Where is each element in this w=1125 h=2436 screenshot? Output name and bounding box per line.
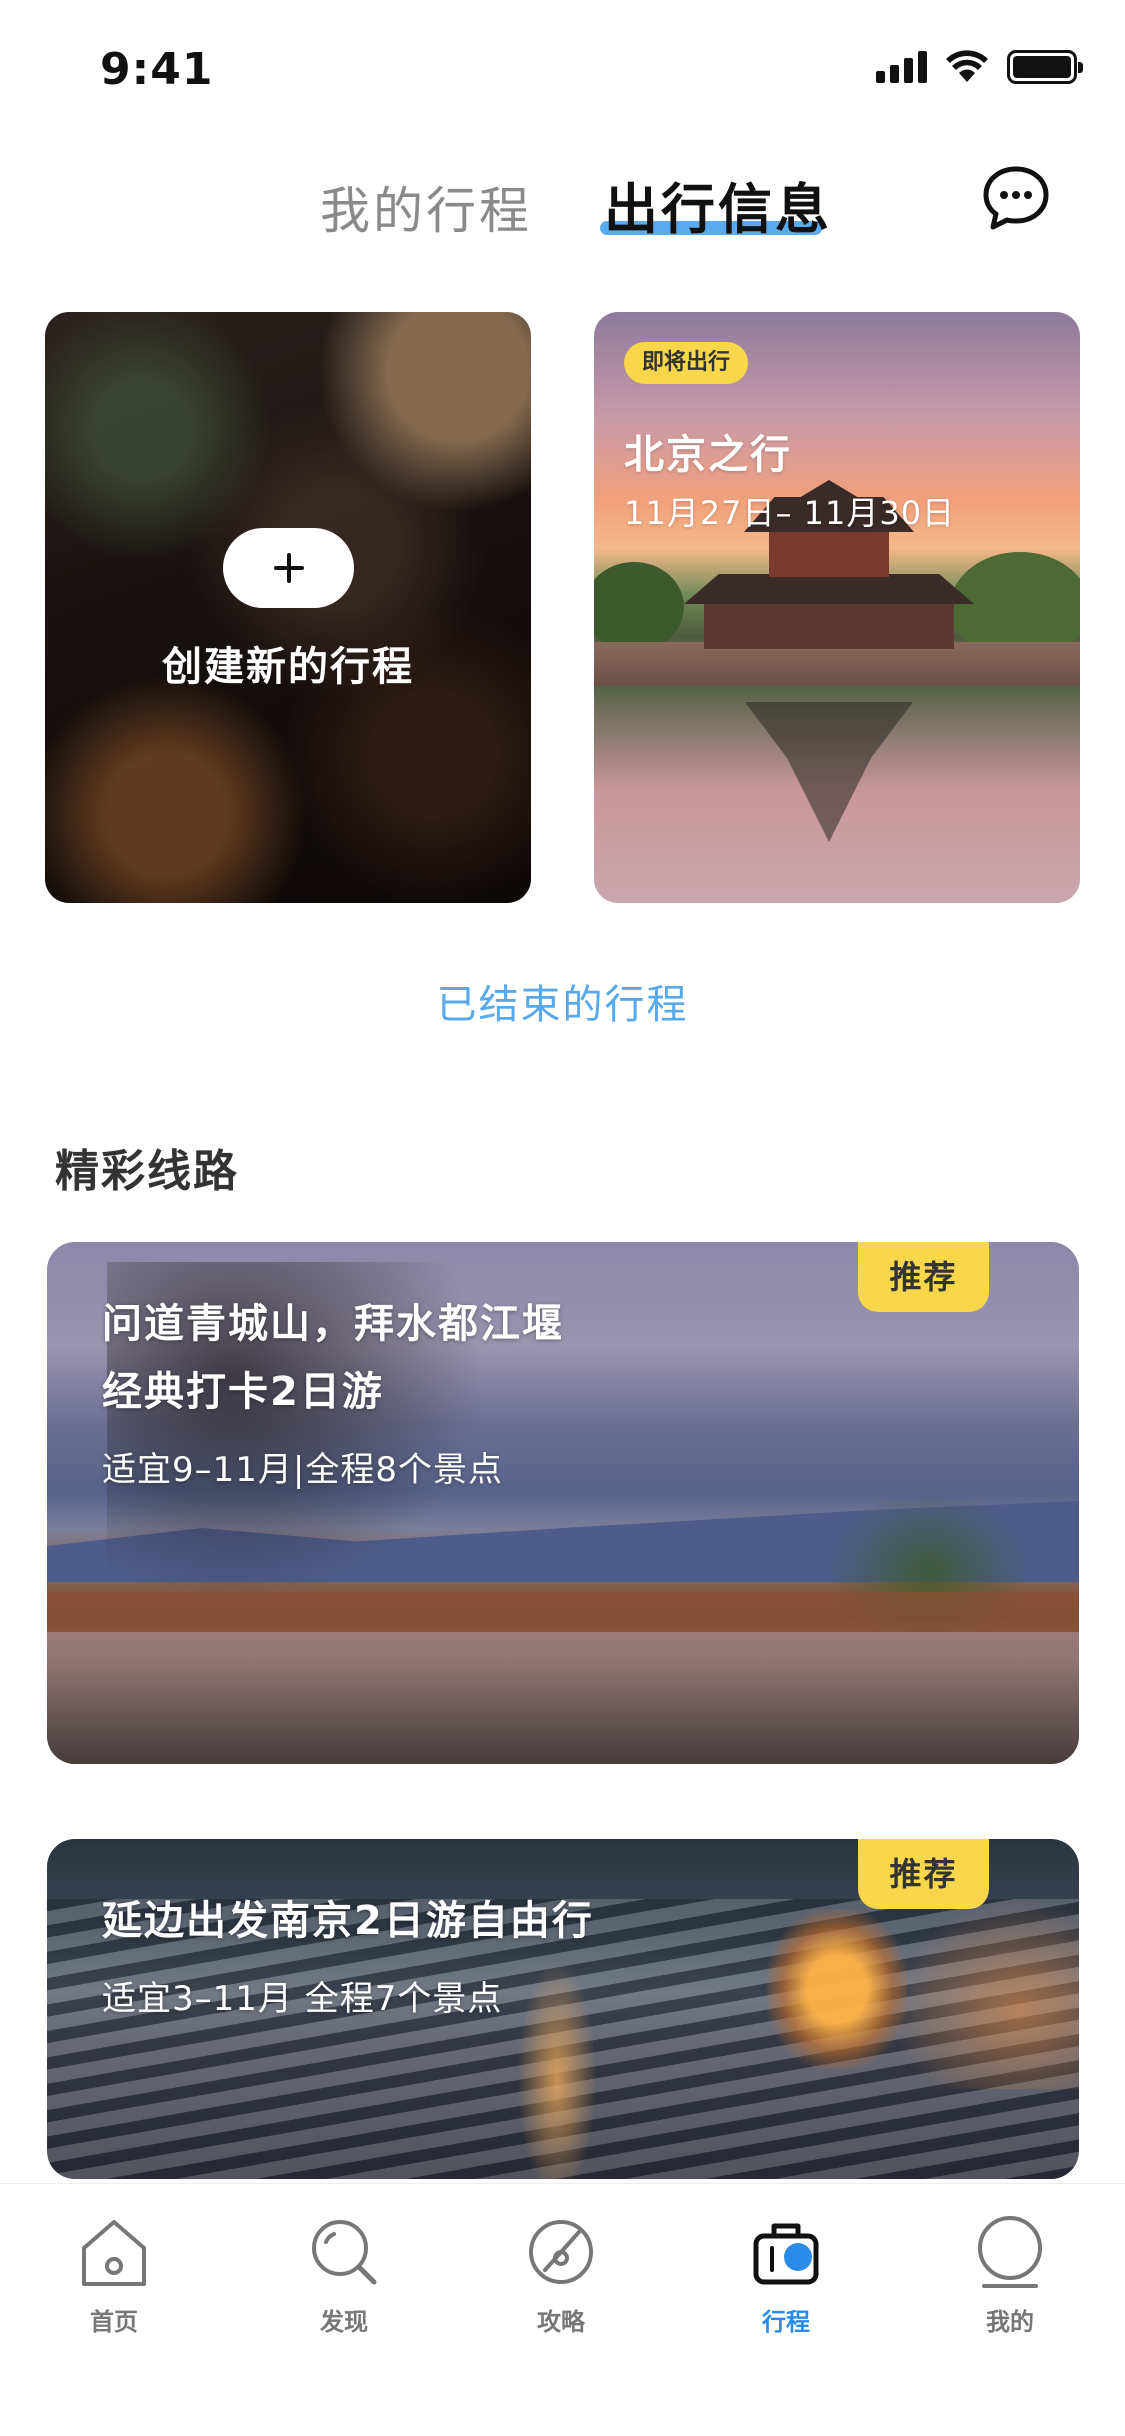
recommend-badge: 推荐 (858, 1839, 989, 1909)
route-card[interactable]: 推荐 延边出发南京2日游自由行 适宜3–11月 全程7个景点 (47, 1839, 1079, 2179)
route-text: 问道青城山，拜水都江堰 经典打卡2日游 适宜9–11月|全程8个景点 (102, 1284, 564, 1491)
message-icon[interactable] (980, 163, 1052, 235)
tabbar-label: 我的 (986, 2308, 1034, 2336)
status-time: 9:41 (100, 44, 214, 95)
tabbar-item-home[interactable]: 首页 (34, 2212, 194, 2337)
route-subtitle: 适宜9–11月|全程8个景点 (102, 1450, 503, 1490)
create-trip-card[interactable]: 创建新的行程 (45, 312, 531, 903)
battery-icon (1007, 50, 1083, 84)
add-icon[interactable] (223, 528, 354, 608)
route-card[interactable]: 推荐 问道青城山，拜水都江堰 经典打卡2日游 适宜9–11月|全程8个景点 (47, 1242, 1079, 1764)
card-image-water (47, 1632, 1079, 1764)
card-image-tower (769, 527, 889, 577)
trip-date: 11月27日– 11月30日 (624, 494, 956, 532)
discover-icon (312, 2220, 377, 2285)
card-image-lights (879, 1889, 1079, 2089)
tabbar-label: 首页 (90, 2308, 138, 2336)
tabbar-label: 行程 (762, 2308, 810, 2336)
wifi-icon (946, 50, 988, 82)
ended-trips-link[interactable]: 已结束的行程 (0, 972, 1125, 1030)
trip-title: 北京之行 (624, 432, 792, 478)
route-text: 延边出发南京2日游自由行 适宜3–11月 全程7个景点 (102, 1881, 594, 2020)
card-image-roof (684, 574, 974, 604)
tabbar-label: 发现 (320, 2308, 368, 2336)
tab-my-trips[interactable]: 我的行程 (320, 171, 532, 243)
guide-icon (529, 2220, 593, 2284)
section-title: 精彩线路 (55, 1146, 239, 1197)
tabbar-label: 攻略 (537, 2308, 585, 2336)
recommend-badge: 推荐 (858, 1242, 989, 1312)
profile-icon (978, 2216, 1042, 2288)
route-title-line: 经典打卡2日游 (102, 1369, 384, 1415)
card-image-tree (594, 562, 684, 652)
trip-card-beijing[interactable]: 即将出行 北京之行 11月27日– 11月30日 (594, 312, 1080, 903)
home-icon (82, 2220, 146, 2286)
card-image-ground (47, 1592, 1079, 1632)
bottom-tab-bar: 首页 发现 攻略 行程 我的 (0, 2183, 1125, 2436)
top-tabs: 我的行程 出行信息 (0, 165, 1125, 245)
tab-travel-info[interactable]: 出行信息 (604, 165, 832, 244)
route-title-line: 延边出发南京2日游自由行 (102, 1898, 594, 1944)
tabbar-item-trip[interactable]: 行程 (706, 2212, 866, 2337)
tab-travel-info-label: 出行信息 (604, 178, 832, 241)
trip-icon (753, 2223, 819, 2285)
route-subtitle: 适宜3–11月 全程7个景点 (102, 1979, 503, 2019)
status-icons (876, 50, 1083, 84)
status-bar: 9:41 (0, 0, 1125, 140)
tabbar-item-discover[interactable]: 发现 (264, 2212, 424, 2337)
upcoming-badge: 即将出行 (624, 342, 749, 384)
create-trip-label: 创建新的行程 (162, 644, 414, 690)
tabbar-item-guide[interactable]: 攻略 (481, 2212, 641, 2337)
signal-icon (876, 51, 927, 83)
tabbar-item-profile[interactable]: 我的 (930, 2212, 1090, 2337)
